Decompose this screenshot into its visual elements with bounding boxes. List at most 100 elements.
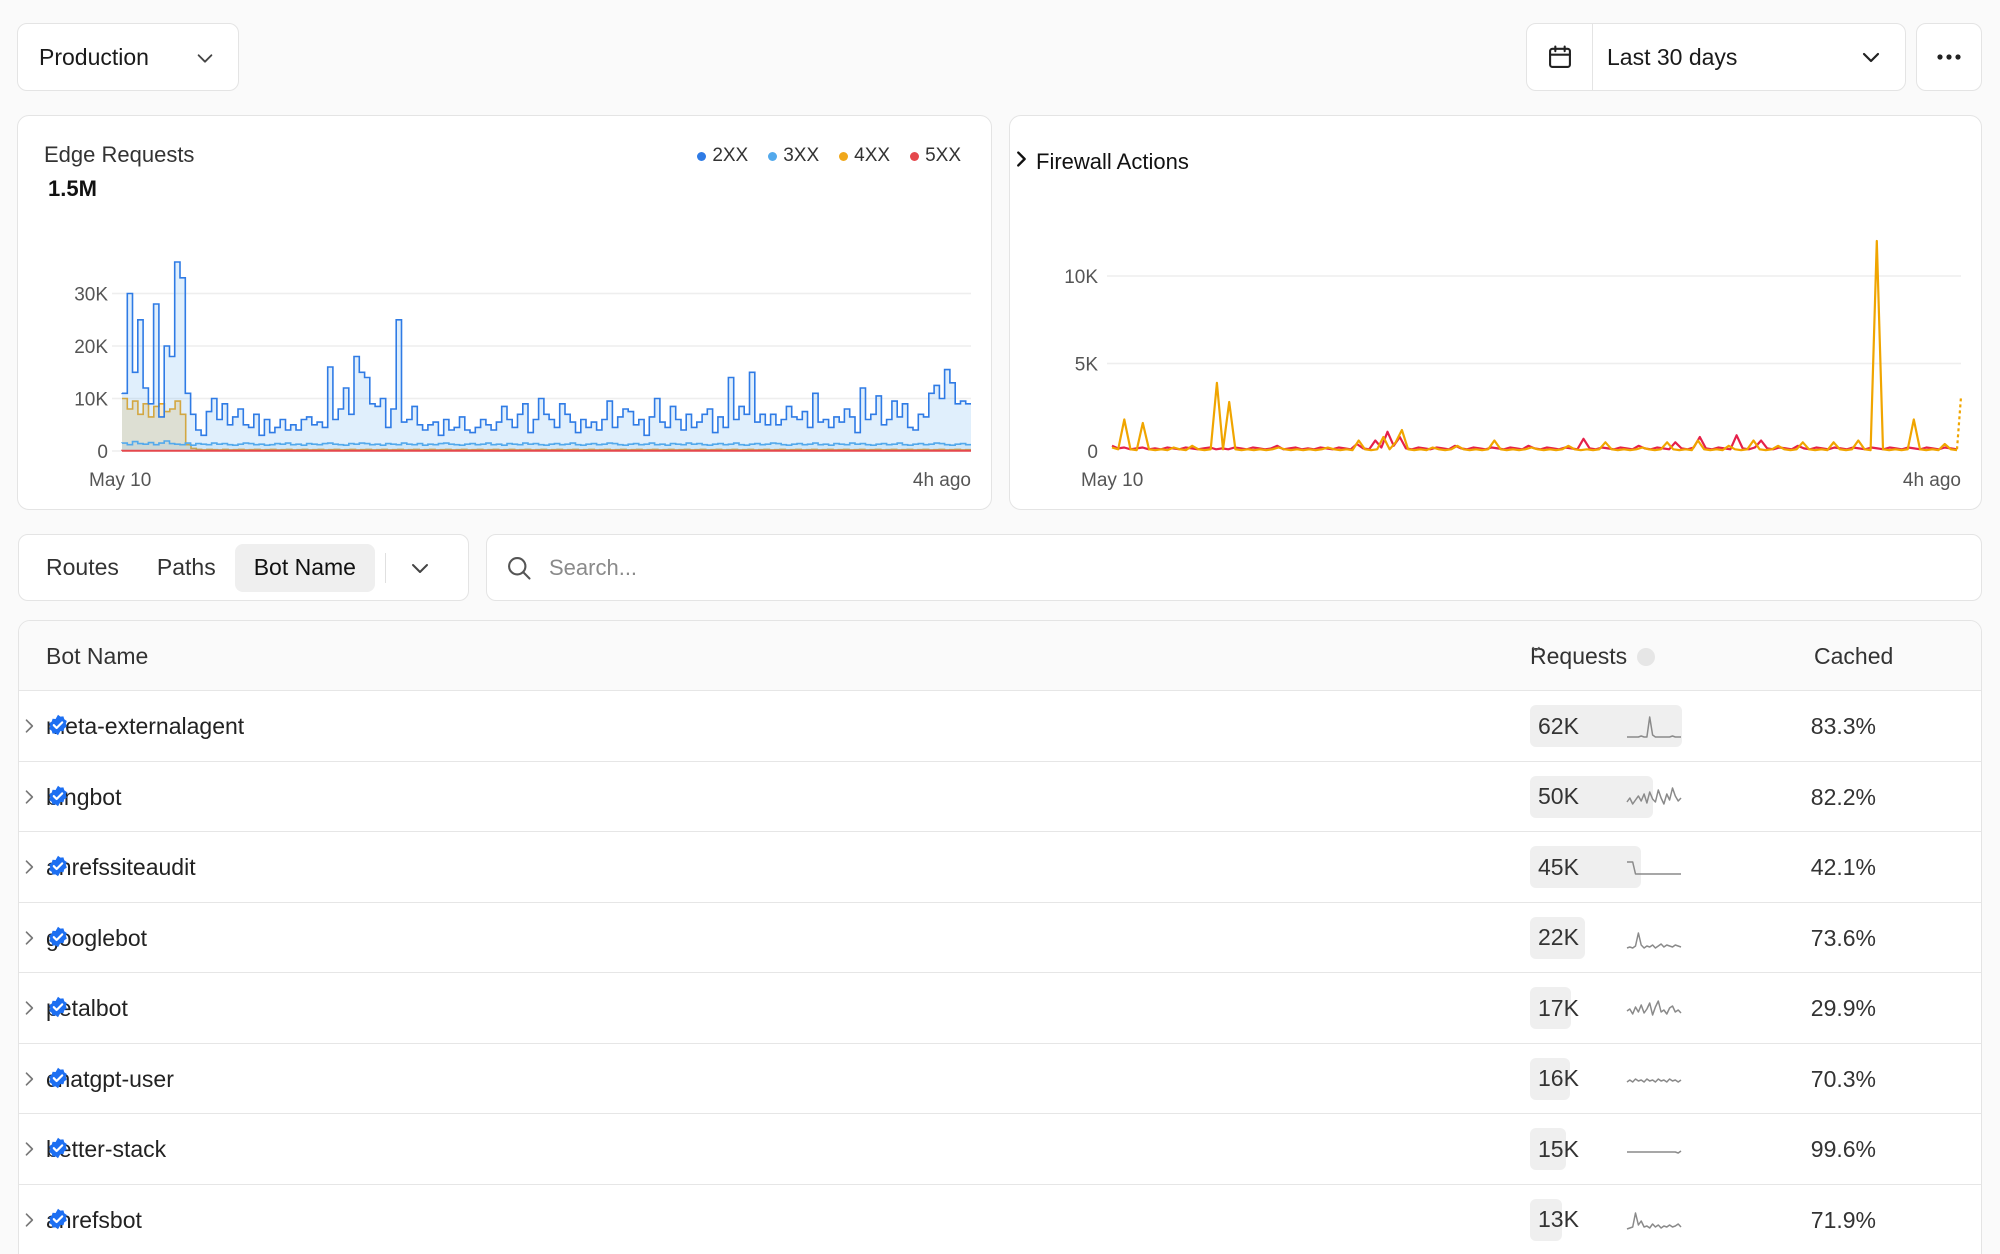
chevron-down-icon	[197, 54, 213, 63]
y-tick-label: 20K	[74, 337, 108, 358]
chevron-right-icon[interactable]	[19, 1069, 39, 1089]
table-row[interactable]: ahrefssiteaudit 45K 42.1%	[19, 832, 1981, 903]
firewall-actions-card[interactable]: Firewall Actions 0 5K 10K May 10 4h ago	[1009, 115, 1982, 510]
cached-value: 70.3%	[1810, 1065, 1876, 1092]
group-by-tabs: Routes Paths Bot Name	[18, 534, 469, 601]
verified-badge-icon	[49, 785, 67, 806]
sparkline-path	[1627, 716, 1681, 738]
y-tick-label: 0	[97, 442, 108, 463]
cached-value: 29.9%	[1810, 995, 1876, 1021]
requests-sparkline	[1626, 1077, 1682, 1083]
date-range-select[interactable]: Last 30 days	[1526, 23, 1906, 91]
y-tick-label: 10K	[1064, 267, 1098, 288]
firewall-series-line	[1111, 239, 1958, 452]
x-tick-label: 4h ago	[913, 470, 971, 491]
x-tick-label: 4h ago	[1903, 470, 1961, 491]
chevron-right-icon[interactable]	[19, 998, 39, 1018]
requests-sparkline	[1626, 931, 1682, 949]
table-header: Bot Name Requests Cached	[19, 621, 1981, 691]
verified-badge-icon	[49, 714, 67, 736]
edge-requests-chart: 0 10K 20K 30K May 10 4h ago	[74, 261, 971, 491]
y-tick-label: 30K	[74, 285, 108, 306]
requests-value: 15K	[1538, 1135, 1579, 1162]
chevron-right-icon[interactable]	[19, 1210, 39, 1230]
header-requests[interactable]: Requests	[1530, 643, 1656, 670]
table-row[interactable]: chatgpt-user 16K 70.3%	[19, 1044, 1981, 1114]
sparkline-path	[1627, 1150, 1682, 1154]
table-row[interactable]: meta-externalagent 62K 83.3%	[19, 691, 1981, 762]
requests-value: 50K	[1538, 783, 1579, 809]
requests-value: 22K	[1538, 924, 1579, 950]
verified-badge-icon	[49, 1067, 67, 1088]
bot-name: meta-externalagent	[46, 713, 245, 739]
table-row[interactable]: petalbot 17K 29.9%	[19, 973, 1981, 1044]
tab-bot-name[interactable]: Bot Name	[234, 543, 375, 592]
requests-cell: 16K	[1530, 1057, 1682, 1100]
sparkline-path	[1626, 931, 1682, 949]
edge-requests-card[interactable]: Edge Requests 1.5M 2XX 3XX 4XX 5XX 0 10K 20K 3…	[17, 115, 992, 510]
y-tick-label: 0	[1087, 442, 1098, 463]
cached-value: 73.6%	[1810, 924, 1876, 951]
table-row[interactable]: googlebot 22K 73.6%	[19, 903, 1981, 973]
environment-select[interactable]: Production	[17, 23, 239, 91]
header-requests-label: Requests	[1530, 643, 1628, 669]
tab-divider	[384, 552, 387, 583]
table-row[interactable]: bingbot 50K 82.2%	[19, 762, 1981, 832]
chevron-right-icon[interactable]	[19, 928, 39, 948]
bot-name-cell: petalbot	[46, 995, 128, 1022]
more-options-button[interactable]	[1916, 23, 1982, 91]
chevron-right-icon[interactable]	[19, 857, 39, 877]
sparkline-path	[1626, 1077, 1682, 1083]
cached-value: 83.3%	[1810, 713, 1876, 739]
y-tick-label: 10K	[74, 390, 108, 411]
requests-cell: 17K	[1530, 987, 1682, 1029]
search-icon	[508, 556, 531, 580]
verified-badge-icon	[49, 1208, 67, 1229]
table-row[interactable]: better-stack 15K 99.6%	[19, 1114, 1981, 1185]
chevron-down-icon	[1862, 52, 1880, 63]
requests-cell: 50K	[1530, 775, 1682, 818]
sparkline-path	[1626, 1211, 1682, 1230]
calendar-icon	[1527, 24, 1593, 90]
tab-paths[interactable]: Paths	[138, 544, 235, 592]
chevron-right-icon[interactable]	[19, 716, 39, 736]
verified-badge-icon	[49, 926, 67, 947]
tab-routes[interactable]: Routes	[27, 544, 138, 592]
chevron-right-icon[interactable]	[19, 787, 39, 807]
bot-name-cell: meta-externalagent	[46, 713, 244, 740]
sort-desc-icon[interactable]	[1532, 646, 1656, 666]
table-body: meta-externalagent 62K 83.3% bingbot 50K 82.2…	[19, 691, 1981, 1254]
requests-value: 13K	[1538, 1206, 1579, 1232]
bot-name-cell: better-stack	[46, 1136, 166, 1163]
verified-badge-icon	[49, 996, 67, 1018]
cached-value: 99.6%	[1810, 1136, 1876, 1162]
bots-table: Bot Name Requests Cached meta-externalag…	[18, 620, 1982, 1254]
header-cached[interactable]: Cached	[1814, 643, 1893, 670]
header-bot-name[interactable]: Bot Name	[46, 643, 148, 670]
requests-sparkline	[1626, 1211, 1682, 1230]
sparkline-path	[1626, 786, 1682, 805]
cached-value: 82.2%	[1810, 783, 1876, 810]
requests-cell: 22K	[1530, 916, 1682, 959]
environment-label: Production	[39, 43, 149, 70]
requests-sparkline	[1627, 716, 1681, 738]
requests-value: 45K	[1538, 853, 1579, 880]
requests-cell: 62K	[1530, 705, 1682, 747]
chevron-down-icon[interactable]	[408, 556, 432, 580]
sparkline-path	[1627, 861, 1681, 875]
chevron-right-icon[interactable]	[19, 1139, 39, 1159]
requests-value: 16K	[1538, 1065, 1579, 1091]
x-tick-label: May 10	[89, 470, 151, 491]
y-tick-label: 5K	[1075, 355, 1099, 376]
firewall-partial-segment	[1955, 396, 1963, 450]
bot-name-cell: ahrefssiteaudit	[46, 854, 196, 881]
requests-value: 17K	[1538, 994, 1579, 1021]
requests-cell: 45K	[1530, 846, 1682, 888]
series-line-2xx	[121, 261, 971, 437]
ellipsis-icon	[1937, 54, 1961, 60]
search-input[interactable]	[549, 554, 1949, 581]
requests-cell: 15K	[1530, 1128, 1682, 1170]
requests-sparkline	[1626, 786, 1682, 805]
table-row[interactable]: ahrefsbot 13K 71.9%	[19, 1185, 1981, 1254]
verified-badge-icon	[49, 855, 67, 877]
